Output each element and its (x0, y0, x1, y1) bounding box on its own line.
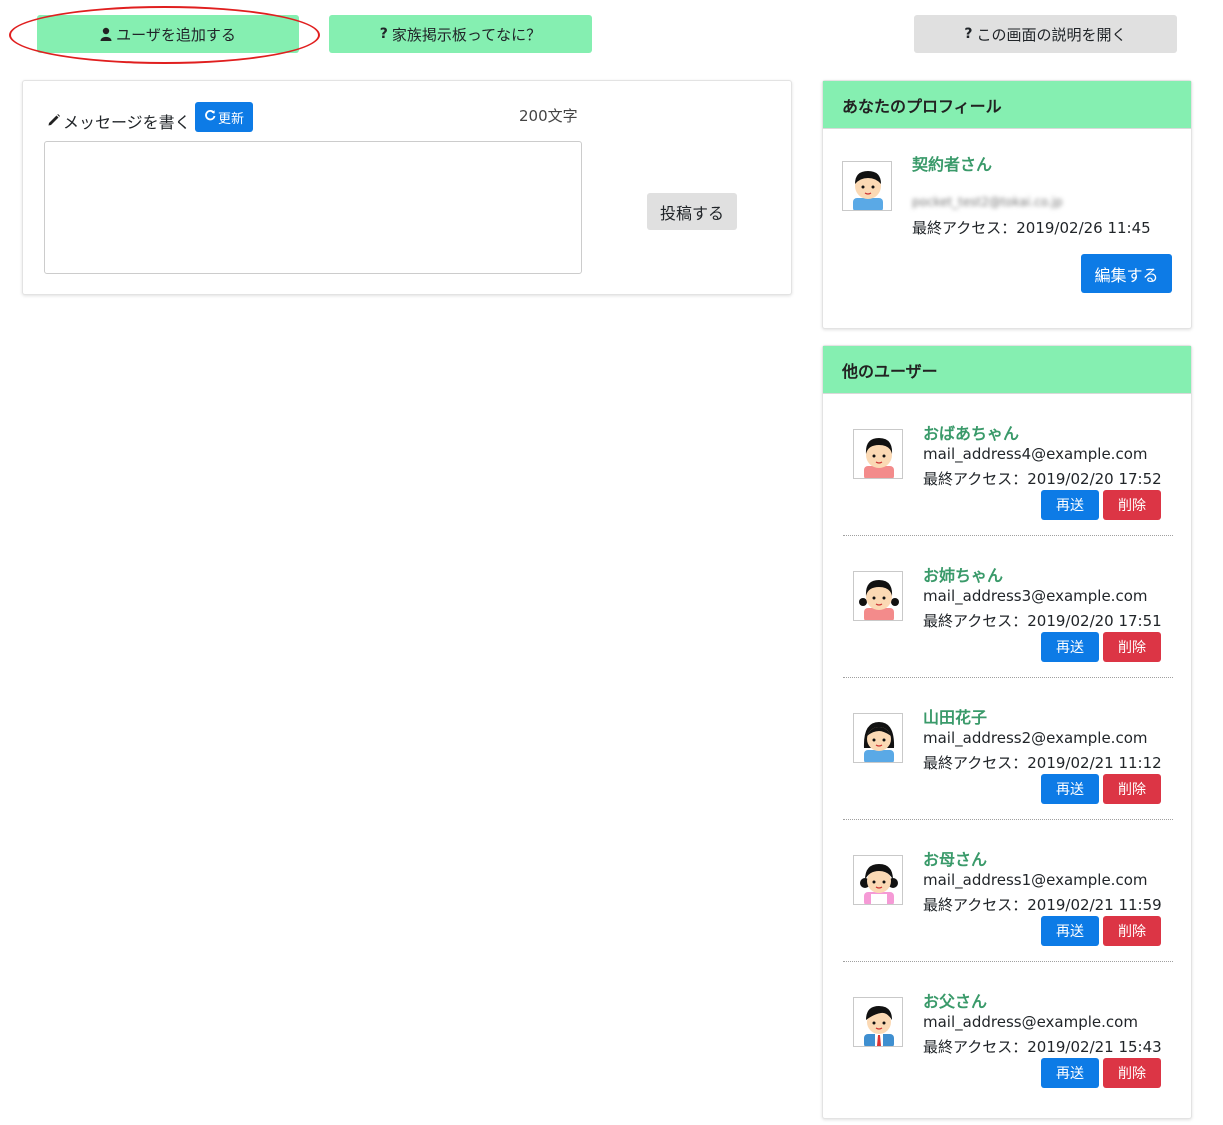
refresh-label: 更新 (217, 111, 244, 127)
delete-button[interactable]: 削除 (1103, 916, 1161, 946)
about-board-label: 家族掲示板ってなに？ (391, 25, 542, 44)
char-limit: 200文字 (519, 107, 578, 125)
message-textarea[interactable] (44, 141, 582, 274)
boy-avatar-icon (842, 161, 892, 211)
user-email: mail_address4@example.com (923, 445, 1148, 463)
profile-email-blurred: pocket_test2@tokai.co.jp (912, 195, 1063, 209)
profile-name: 契約者さん (912, 155, 993, 174)
resend-button[interactable]: 再送 (1041, 774, 1099, 804)
resend-button[interactable]: 再送 (1041, 632, 1099, 662)
delete-button[interactable]: 削除 (1103, 490, 1161, 520)
user-last-access: 最終アクセス：2019/02/21 11:59 (923, 896, 1162, 914)
help-button[interactable]: ? この画面の説明を開く (914, 15, 1177, 53)
grandma-avatar-icon (853, 429, 903, 479)
edit-profile-button[interactable]: 編集する (1081, 254, 1172, 293)
user-email: mail_address1@example.com (923, 871, 1148, 889)
question-icon: ? (379, 26, 388, 42)
pencil-icon (47, 112, 61, 131)
other-users-header: 他のユーザー (823, 346, 1191, 394)
question-icon: ? (964, 26, 973, 42)
compose-label: メッセージを書く (63, 113, 191, 132)
user-list-item: おばあちゃん mail_address4@example.com 最終アクセス：… (843, 394, 1173, 536)
profile-card: あなたのプロフィール 契約者さん pocket_test2@tokai.co.j… (822, 80, 1192, 329)
annotation-ellipse (9, 6, 320, 64)
user-name: お母さん (923, 850, 988, 869)
resend-button[interactable]: 再送 (1041, 916, 1099, 946)
user-name: お父さん (923, 992, 988, 1011)
user-email: mail_address@example.com (923, 1013, 1138, 1031)
user-list-item: お母さん mail_address1@example.com 最終アクセス：20… (843, 820, 1173, 962)
user-list-item: お姉ちゃん mail_address3@example.com 最終アクセス：2… (843, 536, 1173, 678)
user-last-access: 最終アクセス：2019/02/20 17:52 (923, 470, 1162, 488)
profile-last-access: 最終アクセス：2019/02/26 11:45 (912, 219, 1151, 237)
father-avatar-icon (853, 997, 903, 1047)
mother-avatar-icon (853, 855, 903, 905)
compose-card: メッセージを書く 更新 200文字 投稿する (22, 80, 792, 295)
sister-avatar-icon (853, 571, 903, 621)
profile-header: あなたのプロフィール (823, 81, 1191, 129)
user-list-item: 山田花子 mail_address2@example.com 最終アクセス：20… (843, 678, 1173, 820)
compose-heading: メッセージを書く (47, 109, 191, 133)
user-last-access: 最終アクセス：2019/02/20 17:51 (923, 612, 1162, 630)
delete-button[interactable]: 削除 (1103, 1058, 1161, 1088)
other-users-card: 他のユーザー おばあちゃん mail_address4@example.com … (822, 345, 1192, 1119)
user-name: お姉ちゃん (923, 566, 1004, 585)
about-board-button[interactable]: ? 家族掲示板ってなに？ (329, 15, 592, 53)
user-name: おばあちゃん (923, 424, 1020, 443)
refresh-icon (204, 109, 216, 125)
resend-button[interactable]: 再送 (1041, 490, 1099, 520)
user-list-item: お父さん mail_address@example.com 最終アクセス：201… (843, 962, 1173, 1104)
user-last-access: 最終アクセス：2019/02/21 11:12 (923, 754, 1162, 772)
delete-button[interactable]: 削除 (1103, 632, 1161, 662)
post-button[interactable]: 投稿する (647, 193, 737, 230)
user-email: mail_address3@example.com (923, 587, 1148, 605)
help-label: この画面の説明を開く (976, 25, 1127, 44)
woman-avatar-icon (853, 713, 903, 763)
user-last-access: 最終アクセス：2019/02/21 15:43 (923, 1038, 1162, 1056)
user-name: 山田花子 (923, 708, 988, 727)
resend-button[interactable]: 再送 (1041, 1058, 1099, 1088)
user-email: mail_address2@example.com (923, 729, 1148, 747)
delete-button[interactable]: 削除 (1103, 774, 1161, 804)
refresh-button[interactable]: 更新 (195, 102, 253, 132)
